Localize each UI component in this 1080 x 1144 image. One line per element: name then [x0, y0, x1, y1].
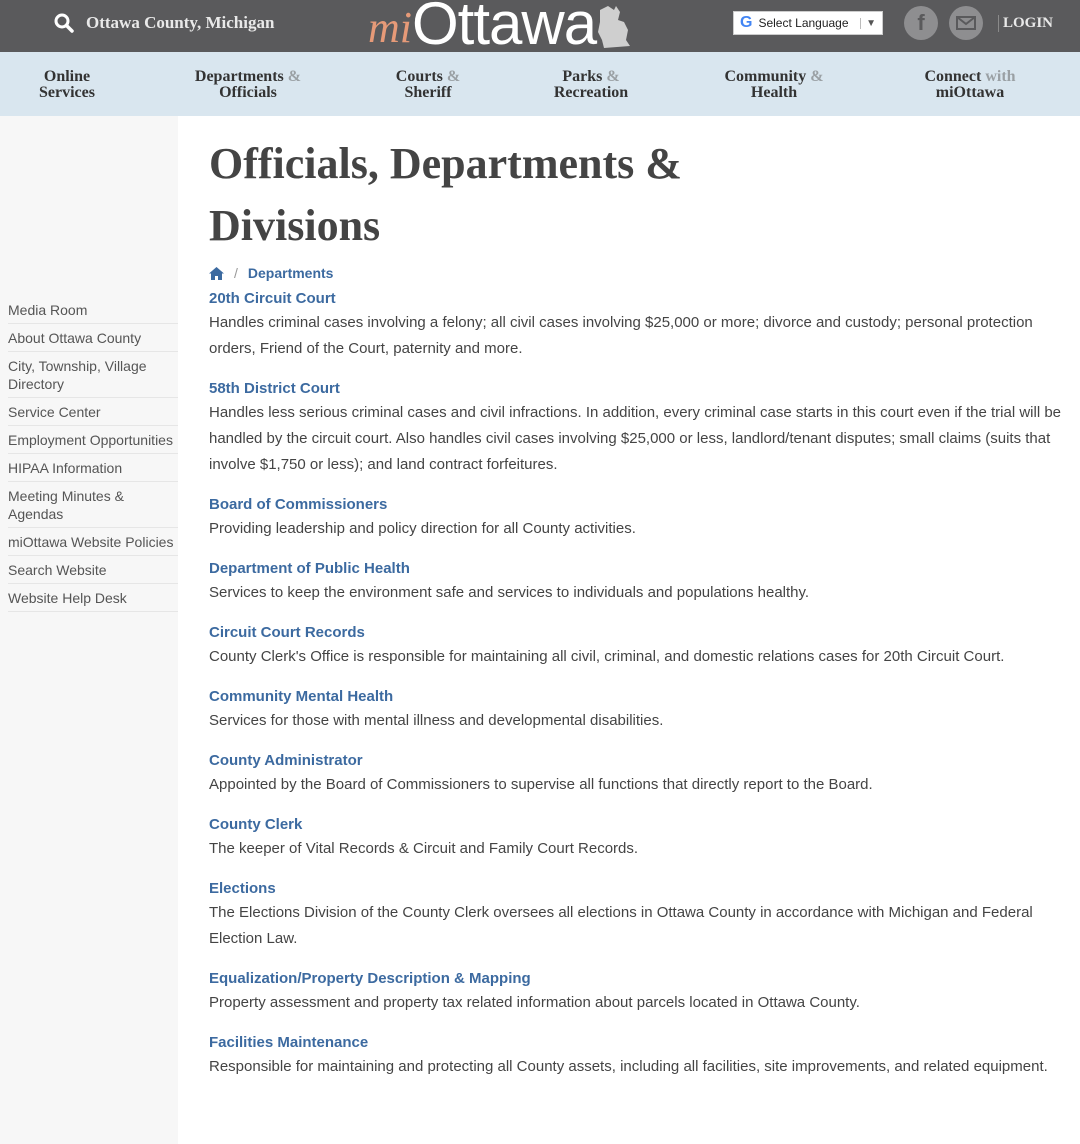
- nav-label-line2: miOttawa: [935, 84, 1005, 101]
- list-item: Circuit Court Records County Clerk's Off…: [209, 623, 1069, 670]
- nav-label-line1: Courts: [395, 68, 443, 85]
- nav-community-health[interactable]: Community & Health: [712, 69, 836, 101]
- list-item: Board of Commissioners Providing leaders…: [209, 495, 1069, 542]
- department-description: Services for those with mental illness a…: [209, 712, 664, 729]
- sidebar-item-meeting-minutes[interactable]: Meeting Minutes & Agendas: [8, 482, 178, 528]
- email-icon[interactable]: [949, 6, 983, 40]
- list-item: 20th Circuit Court Handles criminal case…: [209, 289, 1069, 362]
- sidebar: Media Room About Ottawa County City, Tow…: [0, 116, 178, 1144]
- breadcrumb-separator: /: [234, 265, 238, 281]
- search-icon[interactable]: [54, 13, 74, 33]
- sidebar-item-hipaa[interactable]: HIPAA Information: [8, 454, 178, 482]
- miottawa-logo[interactable]: mi Ottawa: [368, 0, 634, 56]
- language-select[interactable]: G Select Language ▼: [733, 11, 883, 35]
- nav-amp: &: [287, 68, 302, 85]
- sidebar-item-about-ottawa-county[interactable]: About Ottawa County: [8, 324, 178, 352]
- department-link[interactable]: Circuit Court Records: [209, 623, 1069, 642]
- sidebar-item-directory[interactable]: City, Township, Village Directory: [8, 352, 178, 398]
- department-link[interactable]: Community Mental Health: [209, 687, 1069, 706]
- nav-label-line1: Parks: [562, 68, 603, 85]
- sidebar-item-media-room[interactable]: Media Room: [8, 296, 178, 324]
- sidebar-item-website-policies[interactable]: miOttawa Website Policies: [8, 528, 178, 556]
- department-link[interactable]: Department of Public Health: [209, 559, 1069, 578]
- home-icon[interactable]: [209, 266, 224, 280]
- nav-label-line1: Connect: [924, 68, 982, 85]
- department-description: County Clerk's Office is responsible for…: [209, 648, 1005, 665]
- department-description: Responsible for maintaining and protecti…: [209, 1058, 1048, 1075]
- list-item: County Administrator Appointed by the Bo…: [209, 751, 1069, 798]
- department-link[interactable]: Elections: [209, 879, 1069, 898]
- sidebar-item-service-center[interactable]: Service Center: [8, 398, 178, 426]
- department-description: Handles criminal cases involving a felon…: [209, 314, 1033, 357]
- department-description: Providing leadership and policy directio…: [209, 520, 636, 537]
- nav-label-line2: Services: [39, 84, 95, 101]
- nav-label-line2: Health: [750, 84, 798, 101]
- nav-connect-miottawa[interactable]: Connect with miOttawa: [912, 69, 1028, 101]
- nav-label-line2: Sheriff: [404, 84, 452, 101]
- department-description: The keeper of Vital Records & Circuit an…: [209, 840, 639, 857]
- chevron-down-icon: ▼: [860, 17, 876, 29]
- breadcrumb: / Departments: [209, 265, 1069, 281]
- breadcrumb-departments[interactable]: Departments: [248, 265, 334, 281]
- nav-label-line1: Departments: [194, 68, 284, 85]
- nav-amp: &: [606, 68, 620, 85]
- facebook-icon[interactable]: f: [904, 6, 938, 40]
- county-name: Ottawa County, Michigan: [86, 13, 275, 32]
- google-icon: G: [740, 14, 753, 31]
- nav-label-line2: Officials: [219, 84, 277, 101]
- department-description: Appointed by the Board of Commissioners …: [209, 776, 873, 793]
- department-description: Property assessment and property tax rel…: [209, 994, 860, 1011]
- michigan-state-icon: [598, 6, 631, 48]
- login-link[interactable]: LOGIN: [998, 15, 1053, 32]
- department-list: 20th Circuit Court Handles criminal case…: [209, 289, 1069, 1080]
- search-area[interactable]: Ottawa County, Michigan: [54, 13, 274, 33]
- nav-courts-sheriff[interactable]: Courts & Sheriff: [386, 69, 470, 101]
- page-title: Officials, Departments & Divisions: [209, 139, 682, 250]
- nav-label-line2: Recreation: [553, 84, 629, 101]
- list-item: Elections The Elections Division of the …: [209, 879, 1069, 952]
- top-bar: Ottawa County, Michigan mi Ottawa G Sele…: [0, 0, 1080, 54]
- nav-online-services[interactable]: Online Services: [26, 69, 108, 101]
- list-item: Community Mental Health Services for tho…: [209, 687, 1069, 734]
- department-description: Services to keep the environment safe an…: [209, 584, 810, 601]
- sidebar-item-search-website[interactable]: Search Website: [8, 556, 178, 584]
- main-content: Officials, Departments & Divisions / Dep…: [209, 116, 1069, 1097]
- main-nav: Online Services Departments & Officials …: [0, 52, 1080, 116]
- list-item: Department of Public Health Services to …: [209, 559, 1069, 606]
- list-item: County Clerk The keeper of Vital Records…: [209, 815, 1069, 862]
- list-item: Facilities Maintenance Responsible for m…: [209, 1033, 1069, 1080]
- list-item: Equalization/Property Description & Mapp…: [209, 969, 1069, 1016]
- nav-label-line1: Online: [43, 68, 91, 85]
- department-description: The Elections Division of the County Cle…: [209, 904, 1033, 947]
- sidebar-item-employment[interactable]: Employment Opportunities: [8, 426, 178, 454]
- nav-parks-recreation[interactable]: Parks & Recreation: [542, 69, 640, 101]
- nav-amp: with: [985, 68, 1016, 85]
- department-link[interactable]: County Administrator: [209, 751, 1069, 770]
- nav-amp: &: [810, 68, 824, 85]
- department-description: Handles less serious criminal cases and …: [209, 404, 1062, 473]
- envelope-icon: [956, 16, 976, 30]
- sidebar-item-help-desk[interactable]: Website Help Desk: [8, 584, 178, 612]
- department-link[interactable]: Equalization/Property Description & Mapp…: [209, 969, 1069, 988]
- department-link[interactable]: Board of Commissioners: [209, 495, 1069, 514]
- department-link[interactable]: 58th District Court: [209, 379, 1069, 398]
- department-link[interactable]: 20th Circuit Court: [209, 289, 1069, 308]
- logo-mi-text: mi: [368, 3, 412, 52]
- nav-label-line1: Community: [724, 68, 807, 85]
- nav-departments-officials[interactable]: Departments & Officials: [180, 69, 316, 101]
- sidebar-menu: Media Room About Ottawa County City, Tow…: [8, 296, 178, 612]
- logo-ottawa-text: Ottawa: [412, 0, 597, 57]
- department-link[interactable]: County Clerk: [209, 815, 1069, 834]
- language-label: Select Language: [758, 16, 849, 30]
- list-item: 58th District Court Handles less serious…: [209, 379, 1069, 478]
- department-link[interactable]: Facilities Maintenance: [209, 1033, 1069, 1052]
- nav-amp: &: [446, 68, 461, 85]
